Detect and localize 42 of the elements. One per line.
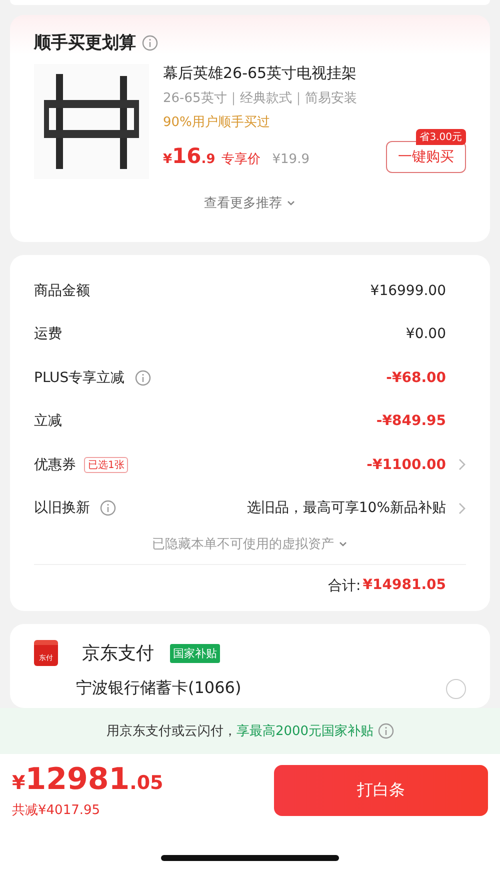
original-price: ¥19.9 xyxy=(272,152,310,167)
fee-label: 立减 xyxy=(34,412,62,430)
chevron-down-icon xyxy=(338,539,348,549)
chevron-down-icon xyxy=(286,198,296,208)
price-label: 专享价 xyxy=(221,152,260,167)
fee-label: 优惠券 xyxy=(34,456,76,474)
bank-card-name[interactable]: 宁波银行储蓄卡(1066) xyxy=(76,678,242,699)
product-price: ¥16.9 xyxy=(163,143,216,170)
total-label: 合计: xyxy=(328,577,361,595)
purchase-rate: 90%用户顺手买过 xyxy=(163,114,271,131)
subsidy-badge: 国家补贴 xyxy=(170,644,220,662)
total-value: ¥14981.05 xyxy=(362,577,446,595)
fee-value: -¥849.95 xyxy=(376,413,446,430)
payment-title: 京东支付 xyxy=(82,642,154,665)
fee-value: ¥0.00 xyxy=(406,326,446,342)
product-specs: 26-65英寸｜经典款式｜简易安装 xyxy=(163,90,358,107)
pay-button[interactable]: 打白条 xyxy=(274,765,488,816)
total-savings: 共减¥4017.95 xyxy=(12,802,102,819)
hidden-assets-toggle[interactable]: 已隐藏本单不可使用的虚拟资产 xyxy=(146,534,354,554)
buy-now-button[interactable]: 一键购买 xyxy=(386,141,466,173)
info-icon[interactable] xyxy=(142,34,158,50)
fee-value: -¥68.00 xyxy=(386,370,446,386)
savings-badge: 省3.00元 xyxy=(416,129,466,145)
chevron-right-icon[interactable] xyxy=(458,502,466,515)
fee-label: PLUS专享立减 xyxy=(34,368,125,387)
product-name: 幕后英雄26-65英寸电视挂架 xyxy=(163,64,358,83)
section-title: 顺手买更划算 xyxy=(34,32,136,54)
fee-value: ¥16999.00 xyxy=(370,282,446,299)
fee-value[interactable]: 选旧品，最高可享10%新品补贴 xyxy=(246,499,446,518)
fee-label: 运费 xyxy=(34,325,62,344)
info-icon[interactable] xyxy=(134,370,151,386)
pay-amount: ¥12981.05 xyxy=(12,762,164,799)
fee-value[interactable]: -¥1100.00 xyxy=(366,456,446,473)
coupon-tag: 已选1张 xyxy=(84,456,128,473)
more-recommendations-link[interactable]: 查看更多推荐 xyxy=(198,193,302,213)
chevron-right-icon[interactable] xyxy=(458,458,466,472)
radio-button[interactable] xyxy=(446,678,466,698)
banner-text: 用京东支付或云闪付，享最高2000元国家补贴 xyxy=(106,723,374,740)
info-icon[interactable] xyxy=(378,723,394,739)
info-icon[interactable] xyxy=(100,500,116,516)
fee-label: 以旧换新 xyxy=(34,499,90,518)
fee-label: 商品金额 xyxy=(34,282,90,300)
